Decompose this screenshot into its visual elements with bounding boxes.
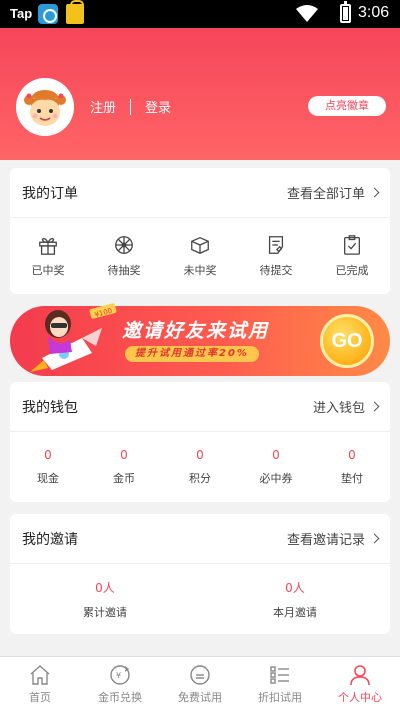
invite-total-label: 累计邀请	[83, 605, 127, 619]
vouchers-value: 0	[272, 448, 280, 462]
wallet-coins[interactable]: 0 金币	[86, 432, 162, 502]
box-icon	[191, 236, 209, 254]
wallet-advance[interactable]: 0 垫付	[314, 432, 390, 502]
profile-header: 注册 登录 点亮徽章	[0, 28, 400, 160]
advance-value: 0	[348, 448, 356, 462]
status-bar: Tap 3:06	[0, 0, 400, 28]
divider	[130, 98, 132, 115]
coins-label: 金币	[113, 472, 135, 485]
invite-stats-row: 0人 累计邀请 0人 本月邀请	[10, 564, 390, 634]
orders-card: 我的订单 查看全部订单 已中奖 待抽奖 未中奖 待提交 已完成	[10, 168, 390, 294]
orders-header[interactable]: 我的订单 查看全部订单	[10, 168, 390, 218]
gift-icon	[39, 237, 57, 255]
vouchers-label: 必中券	[259, 472, 293, 485]
edit-list-icon	[268, 236, 284, 254]
order-status-row: 已中奖 待抽奖 未中奖 待提交 已完成	[10, 218, 390, 294]
tab-coin-exchange[interactable]: ¥ 金币兑换	[80, 657, 160, 710]
go-button[interactable]: GO	[320, 314, 374, 368]
cash-value: 0	[44, 448, 52, 462]
advance-label: 垫付	[341, 472, 363, 485]
points-value: 0	[196, 448, 204, 462]
wallet-stats-row: 0 现金 0 金币 0 积分 0 必中券 0 垫付	[10, 432, 390, 502]
orders-title: 我的订单	[22, 185, 78, 202]
wifi-icon	[296, 5, 318, 22]
wheel-icon	[115, 236, 133, 254]
enter-wallet-label: 进入钱包	[312, 401, 365, 416]
app-notification-icon	[38, 4, 58, 24]
invite-friends-banner[interactable]: ¥100 邀请好友来试用 提升试用通过率20% GO	[10, 303, 390, 376]
user-icon	[350, 664, 370, 685]
tab-free-trial[interactable]: 免费试用	[160, 657, 240, 710]
tab-discount-trial[interactable]: 折扣试用	[240, 657, 320, 710]
invite-header[interactable]: 我的邀请 查看邀请记录	[10, 514, 390, 564]
wallet-win-vouchers[interactable]: 0 必中券	[238, 432, 314, 502]
free-trial-icon	[190, 664, 210, 685]
banner-title: 邀请好友来试用	[122, 320, 270, 342]
register-link[interactable]: 注册	[90, 97, 116, 116]
status-app-label: Tap	[10, 6, 33, 21]
tab-profile-label: 个人中心	[338, 690, 382, 704]
invite-month-value: 0人	[285, 580, 305, 595]
battery-icon	[340, 1, 351, 23]
tab-discount-trial-label: 折扣试用	[258, 690, 302, 704]
view-all-orders-label: 查看全部订单	[286, 187, 365, 202]
home-icon	[30, 664, 50, 685]
wallet-cash[interactable]: 0 现金	[10, 432, 86, 502]
bottom-tab-bar: 首页 ¥ 金币兑换 免费试用 折扣试用 个人中心	[0, 656, 400, 710]
order-pending-draw-label: 待抽奖	[107, 264, 141, 277]
order-completed-label: 已完成	[335, 264, 369, 277]
avatar-face-icon	[16, 78, 74, 136]
status-time: 3:06	[358, 4, 390, 21]
points-label: 积分	[189, 472, 211, 485]
view-all-orders-link[interactable]: 查看全部订单	[286, 183, 380, 202]
order-pending-draw[interactable]: 待抽奖	[86, 218, 162, 294]
invite-this-month[interactable]: 0人 本月邀请	[200, 564, 390, 634]
view-invite-records-link[interactable]: 查看邀请记录	[286, 529, 380, 548]
svg-text:¥: ¥	[116, 671, 121, 680]
invite-card: 我的邀请 查看邀请记录 0人 累计邀请 0人 本月邀请	[10, 514, 390, 634]
invite-title: 我的邀请	[22, 531, 78, 548]
tab-profile[interactable]: 个人中心	[320, 657, 400, 710]
coins-value: 0	[120, 448, 128, 462]
order-not-won[interactable]: 未中奖	[162, 218, 238, 294]
enter-wallet-link[interactable]: 进入钱包	[312, 397, 380, 416]
order-not-won-label: 未中奖	[183, 264, 217, 277]
view-invite-records-label: 查看邀请记录	[286, 533, 365, 548]
banner-subtitle: 提升试用通过率20%	[125, 346, 259, 362]
order-to-submit-label: 待提交	[259, 264, 293, 277]
wallet-points[interactable]: 0 积分	[162, 432, 238, 502]
tab-free-trial-label: 免费试用	[178, 690, 222, 704]
order-won-label: 已中奖	[31, 264, 65, 277]
light-badge-button[interactable]: 点亮徽章	[308, 96, 386, 116]
girl-rocket-illustration: ¥100	[30, 303, 117, 372]
avatar[interactable]	[16, 78, 74, 136]
order-to-submit[interactable]: 待提交	[238, 218, 314, 294]
auth-links: 注册 登录	[90, 97, 171, 116]
wallet-card: 我的钱包 进入钱包 0 现金 0 金币 0 积分 0 必中券 0 垫付	[10, 382, 390, 502]
login-link[interactable]: 登录	[145, 97, 171, 116]
invite-total-value: 0人	[95, 580, 115, 595]
cash-label: 现金	[37, 472, 59, 485]
order-won[interactable]: 已中奖	[10, 218, 86, 294]
clipboard-check-icon	[344, 235, 360, 255]
tab-home[interactable]: 首页	[0, 657, 80, 710]
invite-month-label: 本月邀请	[273, 605, 317, 619]
chevron-right-icon	[369, 533, 380, 544]
order-completed[interactable]: 已完成	[314, 218, 390, 294]
discount-list-icon	[270, 665, 289, 684]
coin-exchange-icon: ¥	[110, 664, 130, 685]
chevron-right-icon	[369, 187, 380, 198]
wallet-header[interactable]: 我的钱包 进入钱包	[10, 382, 390, 432]
tab-coin-exchange-label: 金币兑换	[98, 690, 142, 704]
shopping-bag-icon	[66, 0, 84, 24]
invite-total[interactable]: 0人 累计邀请	[10, 564, 200, 634]
tab-home-label: 首页	[29, 690, 51, 704]
chevron-right-icon	[369, 401, 380, 412]
wallet-title: 我的钱包	[22, 399, 78, 416]
